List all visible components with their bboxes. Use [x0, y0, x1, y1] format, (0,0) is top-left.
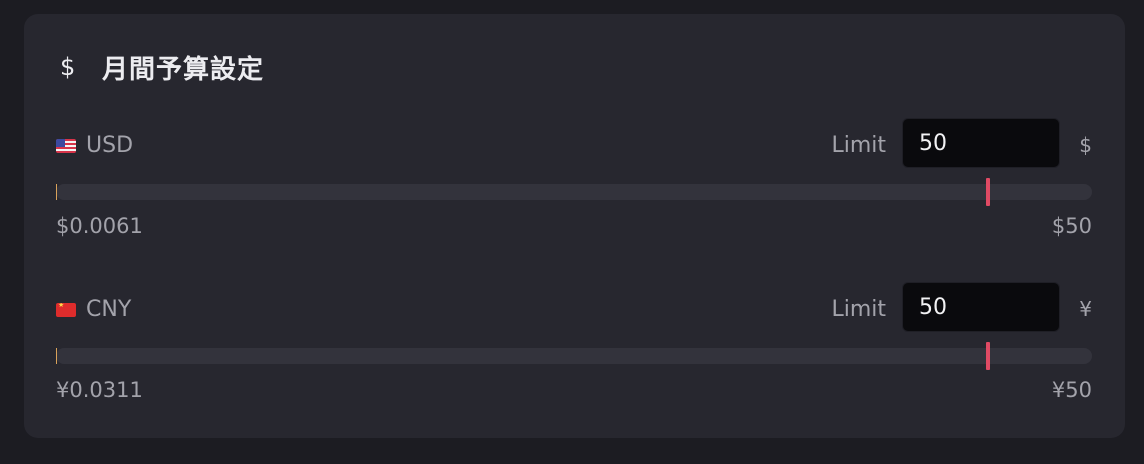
currency-row-usd: USD Limit $ $0.0061 $50 — [56, 118, 1092, 238]
budget-progress-bar — [56, 178, 1092, 206]
used-amount: $0.0061 — [56, 214, 143, 238]
max-amount: $50 — [1051, 214, 1092, 238]
monthly-budget-panel: $ 月間予算設定 USD Limit $ $0.0061 $50 CNY Lim… — [24, 14, 1125, 438]
currency-code: CNY — [86, 297, 132, 322]
currency-row-cny: CNY Limit ¥ ¥0.0311 ¥50 — [56, 282, 1092, 402]
panel-header: $ 月間予算設定 — [60, 50, 265, 85]
budget-progress-bar — [56, 342, 1092, 370]
threshold-marker — [986, 178, 991, 206]
unit-symbol: ¥ — [1079, 297, 1092, 321]
us-flag-icon — [56, 138, 76, 153]
panel-title: 月間予算設定 — [102, 54, 265, 85]
currency-label: USD — [56, 133, 133, 158]
currency-label: CNY — [56, 297, 131, 322]
usage-fill — [56, 184, 57, 200]
max-amount: ¥50 — [1051, 378, 1092, 402]
threshold-marker — [986, 342, 991, 370]
limit-label: Limit — [831, 133, 886, 158]
limit-label: Limit — [831, 297, 886, 322]
dollar-icon: $ — [60, 53, 76, 81]
unit-symbol: $ — [1079, 133, 1092, 157]
cn-flag-icon — [56, 302, 76, 317]
used-amount: ¥0.0311 — [56, 378, 143, 402]
limit-input-usd[interactable] — [902, 118, 1060, 168]
currency-code: USD — [86, 133, 134, 158]
usage-fill — [56, 348, 57, 364]
limit-input-cny[interactable] — [902, 282, 1060, 332]
